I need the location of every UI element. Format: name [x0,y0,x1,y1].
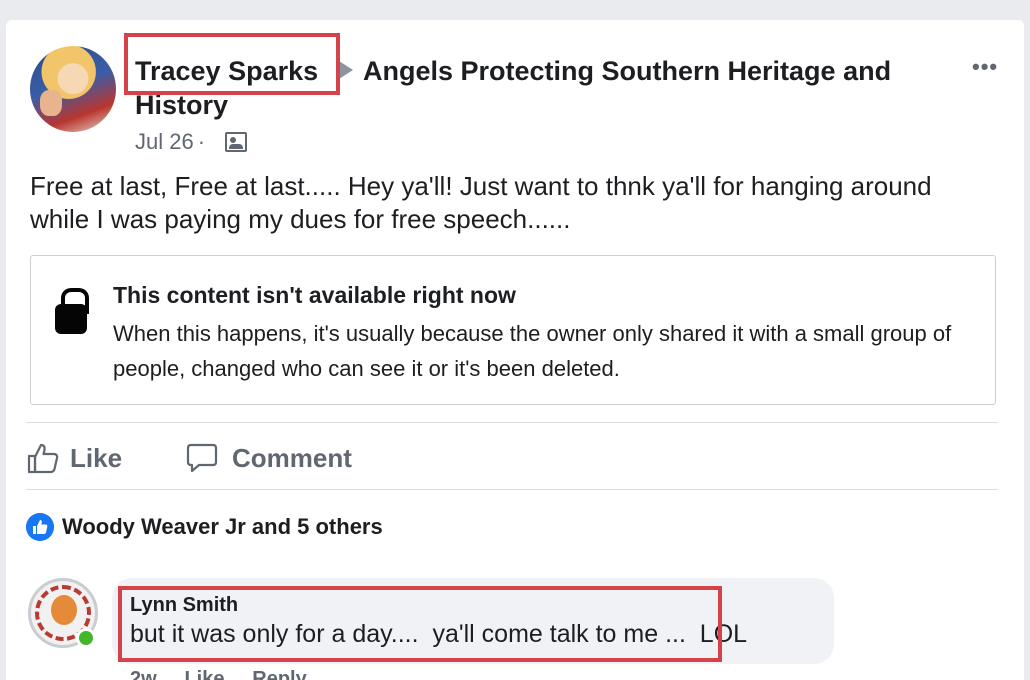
unavailable-title: This content isn't available right now [113,282,516,308]
avatar-detail [40,90,62,116]
post-text: Free at last, Free at last..... Hey ya'l… [30,171,932,234]
comment-label: Comment [232,442,352,473]
post-date[interactable]: Jul 26 [135,129,194,154]
divider [26,422,998,423]
unavailable-content-box: This content isn't available right now W… [30,255,996,405]
comment-button[interactable]: Comment [186,440,352,476]
avatar-detail [51,595,77,625]
like-reaction-icon [26,513,54,541]
highlight-box-author [124,33,340,95]
comment-footer[interactable]: 2w Like Reply [130,668,307,680]
thumbs-up-icon [27,443,59,474]
meta-separator: · [197,129,206,154]
highlight-box-comment [118,586,722,662]
like-label: Like [70,442,123,473]
lock-icon [55,288,89,334]
group-audience-icon[interactable] [225,132,247,152]
comment-bubble-icon [186,443,218,473]
more-options-icon[interactable]: ••• [972,54,998,80]
author-avatar[interactable] [30,46,116,132]
unavailable-body: When this happens, it's usually because … [113,321,952,381]
online-status-dot [76,628,96,648]
reactions-text: Woody Weaver Jr and 5 others [62,514,383,539]
post-meta: Jul 26 · [135,128,209,156]
triangle-arrow-icon [339,61,353,79]
divider [26,489,998,490]
reactions-summary[interactable]: Woody Weaver Jr and 5 others [26,513,383,541]
like-button[interactable]: Like [26,440,122,476]
